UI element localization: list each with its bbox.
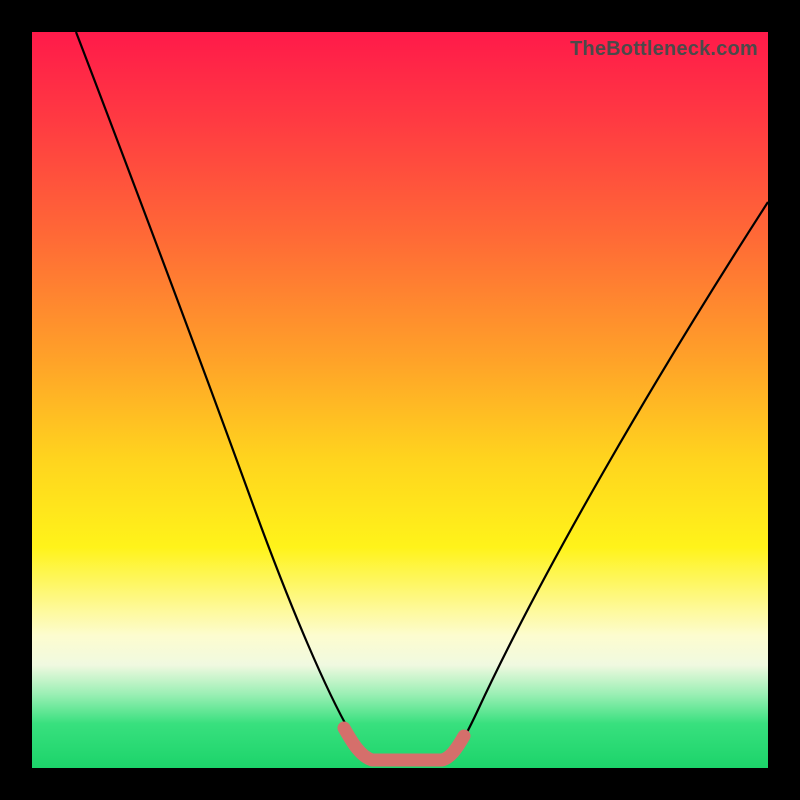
trough-marker	[344, 728, 464, 760]
chart-svg	[32, 32, 768, 768]
plot-area: TheBottleneck.com	[32, 32, 768, 768]
bottleneck-curve	[76, 32, 768, 763]
chart-frame: TheBottleneck.com	[0, 0, 800, 800]
